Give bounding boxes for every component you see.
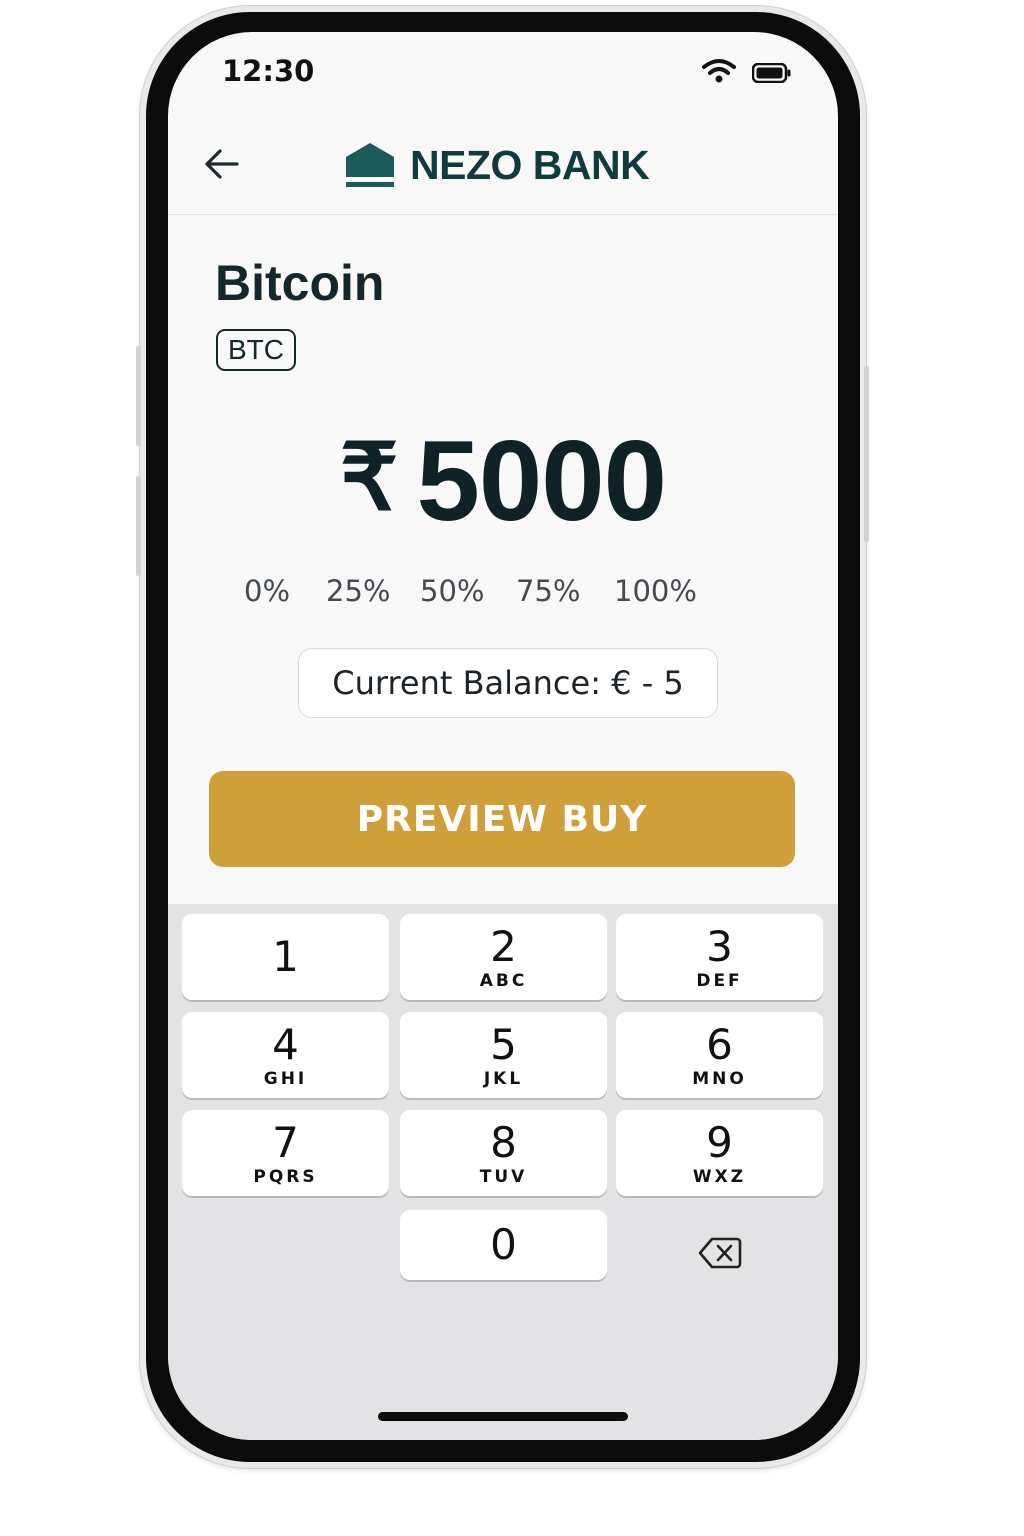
battery-icon: [752, 63, 791, 83]
back-button[interactable]: [194, 136, 250, 192]
percent-option-75[interactable]: 75%: [516, 574, 580, 608]
key-digit: 2: [490, 922, 517, 971]
key-letters: WXZ: [692, 1167, 747, 1187]
arrow-left-icon: [205, 149, 239, 179]
key-letters: DEF: [696, 971, 743, 991]
percent-option-50[interactable]: 50%: [420, 574, 484, 608]
brand-name: NEZO BANK: [410, 141, 650, 188]
status-time: 12:30: [222, 54, 315, 88]
current-balance: Current Balance: € - 5: [298, 648, 718, 718]
home-indicator[interactable]: [378, 1412, 628, 1421]
asset-name: Bitcoin: [215, 255, 385, 311]
key-digit: 4: [272, 1020, 299, 1069]
key-letters: ABC: [479, 971, 528, 991]
key-2[interactable]: 2 ABC: [400, 914, 607, 1000]
key-0[interactable]: 0: [400, 1210, 607, 1280]
ticker-badge: BTC: [216, 329, 296, 371]
key-7[interactable]: 7 PQRS: [182, 1110, 389, 1196]
numeric-keypad: 1 2 ABC 3 DEF 4 GHI 5 JKL 6 MNO 7 PQRS 8…: [168, 904, 838, 1440]
key-digit: 7: [272, 1118, 299, 1167]
side-button-action: [136, 346, 141, 446]
key-letters: JKL: [483, 1069, 524, 1089]
key-letters: MNO: [692, 1069, 747, 1089]
percent-option-25[interactable]: 25%: [326, 574, 390, 608]
phone-screen: 12:30 NEZO BANK Bitcoin BTC ₹ 5000 0% 25…: [168, 32, 838, 1440]
wifi-icon: [702, 59, 736, 83]
key-digit: 9: [706, 1118, 733, 1167]
key-letters: GHI: [263, 1069, 308, 1089]
percent-options: 0% 25% 50% 75% 100%: [228, 574, 708, 614]
key-letters: TUV: [479, 1167, 528, 1187]
preview-buy-button[interactable]: PREVIEW BUY: [209, 771, 795, 867]
side-button-volume: [136, 476, 141, 576]
key-1[interactable]: 1: [182, 914, 389, 1000]
brand: NEZO BANK: [344, 130, 650, 200]
key-4[interactable]: 4 GHI: [182, 1012, 389, 1098]
bank-house-icon: [346, 143, 394, 187]
side-button-power: [864, 366, 869, 542]
key-letters: PQRS: [253, 1167, 318, 1187]
key-digit: 8: [490, 1118, 517, 1167]
key-digit: 6: [706, 1020, 733, 1069]
percent-option-100[interactable]: 100%: [614, 574, 697, 608]
amount-value: 5000: [416, 417, 667, 545]
key-digit: 0: [490, 1220, 517, 1269]
key-digit: 5: [490, 1020, 517, 1069]
key-digit: 1: [272, 932, 299, 981]
delete-key[interactable]: [616, 1210, 823, 1296]
key-5[interactable]: 5 JKL: [400, 1012, 607, 1098]
percent-option-0[interactable]: 0%: [244, 574, 290, 608]
currency-symbol: ₹: [339, 426, 399, 529]
amount-display: ₹ 5000: [168, 416, 838, 546]
key-8[interactable]: 8 TUV: [400, 1110, 607, 1196]
backspace-icon: [698, 1237, 741, 1269]
key-3[interactable]: 3 DEF: [616, 914, 823, 1000]
key-6[interactable]: 6 MNO: [616, 1012, 823, 1098]
status-bar: 12:30: [168, 32, 838, 112]
key-digit: 3: [706, 922, 733, 971]
key-9[interactable]: 9 WXZ: [616, 1110, 823, 1196]
app-header: NEZO BANK: [168, 120, 838, 215]
